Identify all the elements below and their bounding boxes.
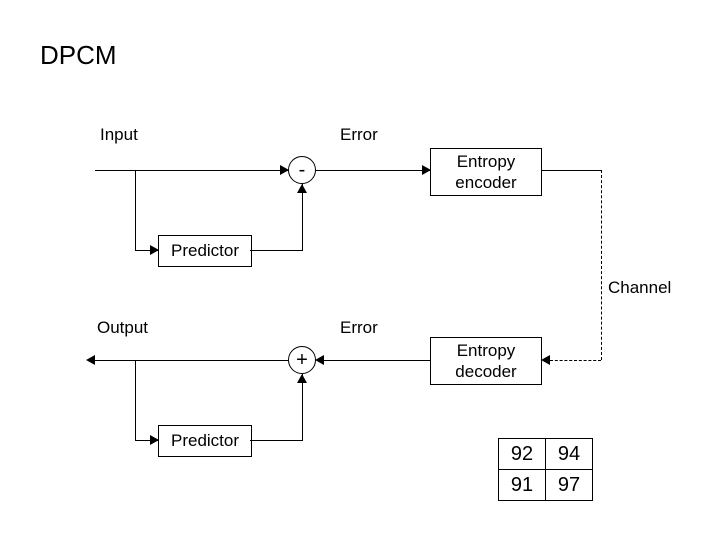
line (302, 374, 303, 441)
table-cell: 92 (499, 439, 546, 470)
line (95, 170, 288, 171)
table-cell: 97 (546, 470, 593, 501)
decoder-output-label: Output (97, 318, 148, 338)
sample-data-table: 92 94 91 97 (498, 438, 593, 501)
entropy-decoder-box: Entropy decoder (430, 337, 542, 385)
arrow-icon (150, 435, 159, 445)
decoder-predictor-box: Predictor (158, 425, 252, 457)
line (316, 170, 430, 171)
encoder-predictor-box: Predictor (158, 235, 252, 267)
line (324, 360, 430, 361)
table-cell: 94 (546, 439, 593, 470)
line (95, 360, 288, 361)
arrow-icon (422, 165, 431, 175)
entropy-encoder-box: Entropy encoder (430, 148, 542, 196)
arrow-icon (280, 165, 289, 175)
dashed-line (601, 170, 602, 360)
line (135, 170, 136, 250)
table-cell: 91 (499, 470, 546, 501)
decoder-adder: + (288, 346, 316, 374)
dashed-line (550, 360, 601, 361)
diagram-canvas: DPCM Input Error - Entropy encoder Predi… (0, 0, 720, 540)
encoder-subtractor: - (288, 156, 316, 184)
arrow-icon (541, 355, 550, 365)
encoder-error-label: Error (340, 125, 378, 145)
line (135, 360, 136, 440)
encoder-input-label: Input (100, 125, 138, 145)
arrow-icon (150, 245, 159, 255)
line (542, 170, 602, 171)
line (302, 184, 303, 251)
line (250, 440, 302, 441)
arrow-icon (315, 355, 324, 365)
channel-label: Channel (608, 278, 671, 298)
arrow-icon (297, 184, 307, 193)
page-title: DPCM (40, 40, 117, 71)
line (250, 250, 302, 251)
arrow-icon (86, 355, 95, 365)
arrow-icon (297, 374, 307, 383)
decoder-error-label: Error (340, 318, 378, 338)
